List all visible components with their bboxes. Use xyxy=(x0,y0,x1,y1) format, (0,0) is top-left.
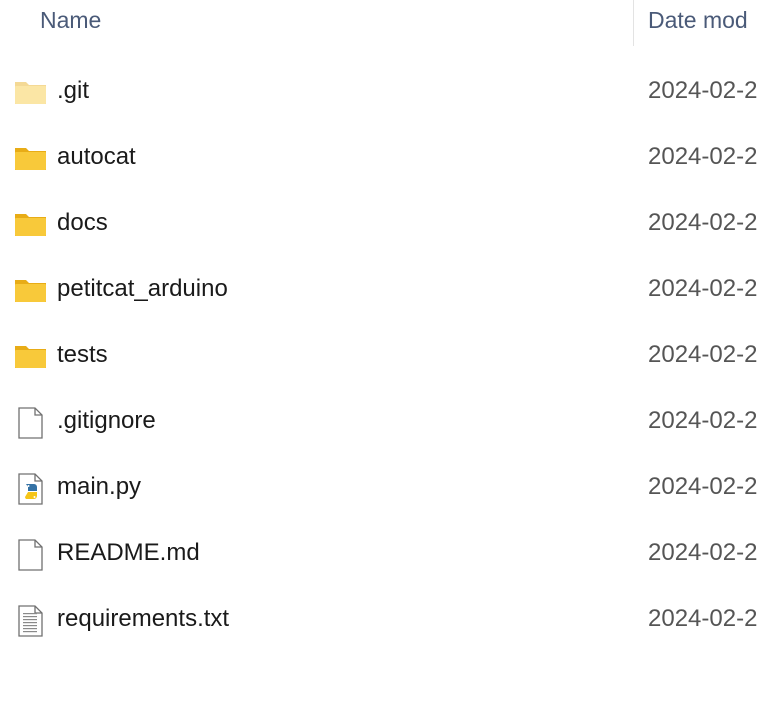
list-item[interactable]: main.py 2024-02-2 xyxy=(0,472,759,538)
file-icon xyxy=(14,406,48,440)
file-date: 2024-02-2 xyxy=(648,407,758,434)
column-divider[interactable] xyxy=(633,0,634,46)
file-name: tests xyxy=(57,341,108,368)
list-item[interactable]: requirements.txt 2024-02-2 xyxy=(0,604,759,670)
file-date: 2024-02-2 xyxy=(648,143,758,170)
list-item[interactable]: docs 2024-02-2 xyxy=(0,208,759,274)
list-item[interactable]: README.md 2024-02-2 xyxy=(0,538,759,604)
folder-icon xyxy=(14,76,48,110)
file-date: 2024-02-2 xyxy=(648,473,758,500)
folder-icon xyxy=(14,208,48,242)
list-item[interactable]: petitcat_arduino 2024-02-2 xyxy=(0,274,759,340)
file-name: .git xyxy=(57,77,90,104)
folder-icon xyxy=(14,340,48,374)
list-item[interactable]: .git 2024-02-2 xyxy=(0,76,759,142)
python-file-icon xyxy=(14,472,48,506)
file-date: 2024-02-2 xyxy=(648,275,758,302)
column-header-bar: Name Date mod xyxy=(0,0,759,46)
file-date: 2024-02-2 xyxy=(648,539,758,566)
list-item[interactable]: tests 2024-02-2 xyxy=(0,340,759,406)
file-name: docs xyxy=(57,209,108,236)
column-header-date-modified[interactable]: Date mod xyxy=(648,7,748,34)
file-name: README.md xyxy=(57,539,200,566)
file-date: 2024-02-2 xyxy=(648,77,758,104)
file-name: autocat xyxy=(57,143,136,170)
folder-icon xyxy=(14,142,48,176)
list-item[interactable]: .gitignore 2024-02-2 xyxy=(0,406,759,472)
file-date: 2024-02-2 xyxy=(648,341,758,368)
file-icon xyxy=(14,538,48,572)
file-date: 2024-02-2 xyxy=(648,605,758,632)
file-date: 2024-02-2 xyxy=(648,209,758,236)
folder-icon xyxy=(14,274,48,308)
file-name: requirements.txt xyxy=(57,605,230,632)
text-file-icon xyxy=(14,604,48,638)
column-header-name[interactable]: Name xyxy=(40,7,101,34)
list-item[interactable]: autocat 2024-02-2 xyxy=(0,142,759,208)
file-name: petitcat_arduino xyxy=(57,275,228,302)
file-name: main.py xyxy=(57,473,142,500)
file-name: .gitignore xyxy=(57,407,156,434)
